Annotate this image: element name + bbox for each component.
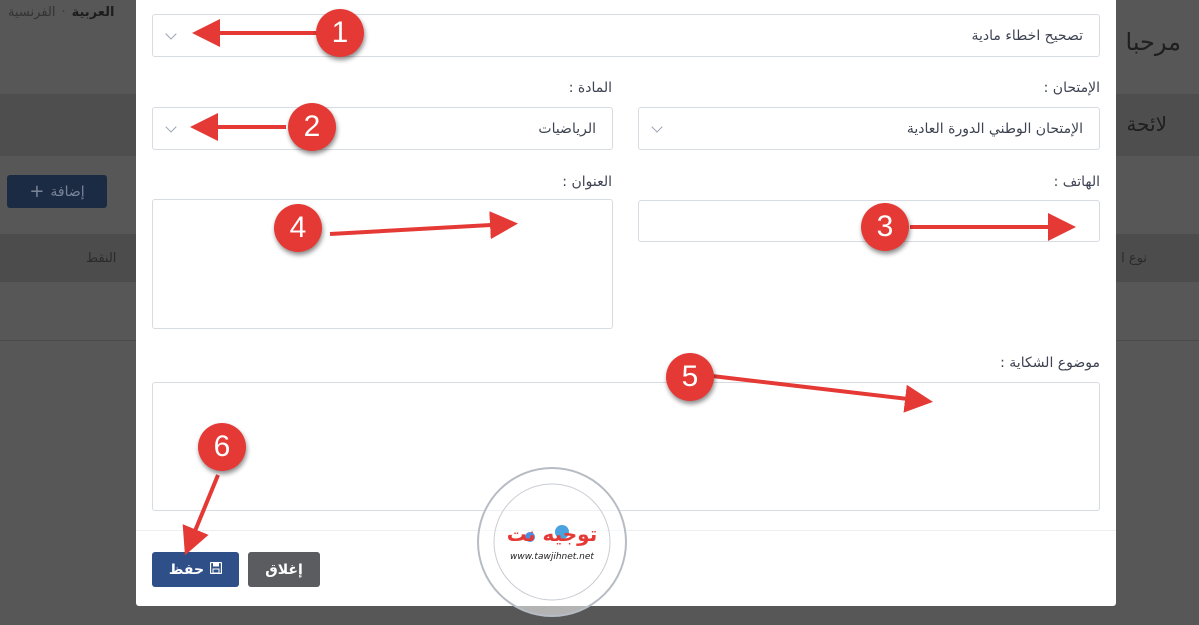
chevron-down-icon	[165, 27, 177, 40]
chevron-down-icon	[165, 120, 177, 133]
column-header-type: نوع ا	[1121, 251, 1147, 266]
exam-select[interactable]: الإمتحان الوطني الدورة العادية	[638, 107, 1100, 150]
category-select[interactable]: تصحيح اخطاء مادية	[152, 14, 1100, 57]
address-textarea[interactable]	[152, 199, 613, 329]
subject-label: المادة :	[568, 80, 612, 96]
complaint-label: موضوع الشكاية :	[1000, 355, 1100, 371]
floppy-disk-icon	[209, 561, 223, 578]
add-button-label: إضافة	[50, 183, 85, 200]
close-button[interactable]: إغلاق	[248, 552, 320, 587]
exam-select-value: الإمتحان الوطني الدورة العادية	[906, 120, 1083, 137]
annotation-badge-1: 1	[316, 9, 364, 57]
lang-arabic-link[interactable]: العربية	[72, 5, 115, 20]
subject-select[interactable]: الرياضيات	[152, 107, 613, 150]
annotation-badge-3: 3	[861, 203, 909, 251]
language-switch: العربية · الفرنسية	[8, 5, 114, 20]
address-label: العنوان :	[562, 174, 612, 190]
subject-select-value: الرياضيات	[538, 120, 596, 137]
watermark-url: www.tawjihnet.net	[510, 552, 594, 562]
save-button-label: حفظ	[168, 561, 205, 578]
save-button[interactable]: حفظ	[152, 552, 239, 587]
category-select-value: تصحيح اخطاء مادية	[971, 27, 1083, 44]
annotation-badge-4: 4	[274, 204, 322, 252]
tawjihnet-watermark-logo: توجيه نت www.tawjihnet.net	[472, 462, 632, 622]
phone-label: الهاتف :	[1053, 174, 1100, 190]
close-button-label: إغلاق	[265, 561, 303, 578]
column-header-points: النقط	[86, 251, 117, 266]
plus-icon: +	[29, 181, 45, 202]
chevron-down-icon	[651, 120, 663, 133]
annotation-badge-5: 5	[666, 353, 714, 401]
list-title: لائحة	[1126, 112, 1167, 136]
lang-separator: ·	[61, 5, 66, 20]
lang-french-link[interactable]: الفرنسية	[8, 5, 55, 20]
annotation-badge-6: 6	[198, 423, 246, 471]
annotation-badge-2: 2	[288, 103, 336, 151]
watermark-arabic-text: توجيه نت	[506, 522, 598, 546]
add-button[interactable]: إضافة +	[7, 175, 107, 208]
exam-label: الإمتحان :	[1043, 80, 1100, 96]
